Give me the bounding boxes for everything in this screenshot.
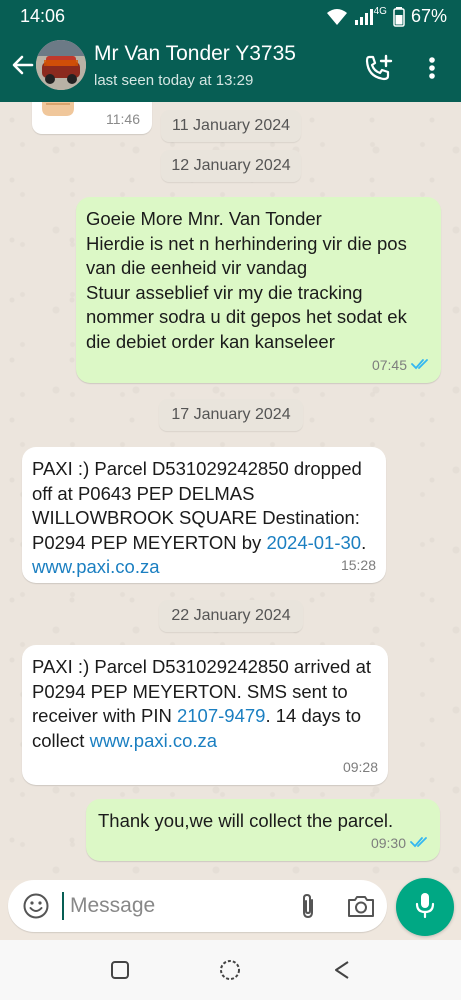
message-meta: 15:28 (341, 553, 376, 578)
more-vert-icon[interactable] (420, 52, 444, 84)
sticker-message[interactable]: 11:46 (32, 102, 152, 134)
date-separator: 17 January 2024 (159, 399, 303, 431)
double-check-icon (410, 831, 430, 856)
message-time: 09:28 (342, 758, 378, 775)
wifi-icon (326, 8, 348, 26)
thumbs-up-sticker-icon (38, 102, 78, 124)
message-meta: 09:28 (343, 755, 378, 780)
message-time: 11:46 (106, 111, 140, 127)
incoming-message[interactable]: PAXI :) Parcel D531029242850 dropped off… (22, 447, 386, 583)
last-seen-status: last seen today at 13:29 (94, 72, 254, 89)
message-composer (0, 878, 461, 938)
microphone-button[interactable] (396, 878, 454, 936)
paxi-website-link[interactable]: www.paxi.co.za (90, 730, 218, 751)
network-type: 4G (373, 6, 387, 17)
message-meta: 09:30 (371, 831, 430, 856)
back-nav-icon[interactable] (330, 958, 354, 982)
message-input[interactable] (70, 890, 280, 922)
outgoing-message[interactable]: Goeie More Mnr. Van Tonder Hierdie is ne… (76, 197, 441, 383)
message-time: 15:28 (340, 556, 376, 573)
chat-area[interactable]: 11:46 11 January 2024 12 January 2024 Go… (0, 102, 461, 880)
system-navigation-bar (0, 940, 461, 1000)
date-separator: 12 January 2024 (161, 150, 301, 182)
message-text: PAXI :) Parcel D531029242850 arrived at … (32, 656, 372, 751)
message-input-container[interactable] (8, 880, 387, 932)
recent-apps-icon[interactable] (108, 958, 132, 982)
message-time: 09:30 (370, 834, 406, 851)
incoming-message[interactable]: PAXI :) Parcel D531029242850 arrived at … (22, 645, 388, 785)
add-call-icon[interactable] (362, 52, 394, 84)
double-check-icon (411, 353, 431, 378)
battery-icon (393, 6, 405, 27)
microphone-icon (413, 891, 437, 924)
paxi-website-link[interactable]: www.paxi.co.za (32, 556, 160, 577)
text-cursor (62, 892, 64, 920)
date-separator: 22 January 2024 (159, 600, 303, 632)
message-meta: 07:45 (372, 353, 431, 378)
pin-link[interactable]: 2107-9479 (177, 705, 265, 726)
outgoing-message[interactable]: Thank you,we will collect the parcel. 09… (86, 799, 440, 861)
date-link[interactable]: 2024-01-30 (266, 532, 361, 553)
status-icons: 4G 67% (326, 6, 447, 27)
contact-name[interactable]: Mr Van Tonder Y3735 (94, 42, 296, 66)
back-arrow-icon[interactable] (8, 52, 36, 80)
message-text: Goeie More Mnr. Van Tonder Hierdie is ne… (86, 208, 407, 352)
contact-avatar[interactable] (36, 40, 86, 90)
emoji-icon[interactable] (22, 892, 50, 920)
signal-icon (354, 8, 376, 26)
date-separator: 11 January 2024 (161, 110, 301, 142)
message-text: PAXI :) Parcel D531029242850 dropped off… (32, 458, 367, 577)
status-time: 14:06 (20, 6, 66, 26)
home-icon[interactable] (218, 958, 242, 982)
camera-icon[interactable] (346, 892, 376, 920)
status-bar: 14:06 4G 67% (0, 0, 461, 32)
battery-percent: 67% (410, 6, 447, 26)
chat-header: Mr Van Tonder Y3735 last seen today at 1… (0, 32, 461, 102)
attach-icon[interactable] (294, 892, 322, 920)
message-time: 07:45 (371, 356, 407, 373)
